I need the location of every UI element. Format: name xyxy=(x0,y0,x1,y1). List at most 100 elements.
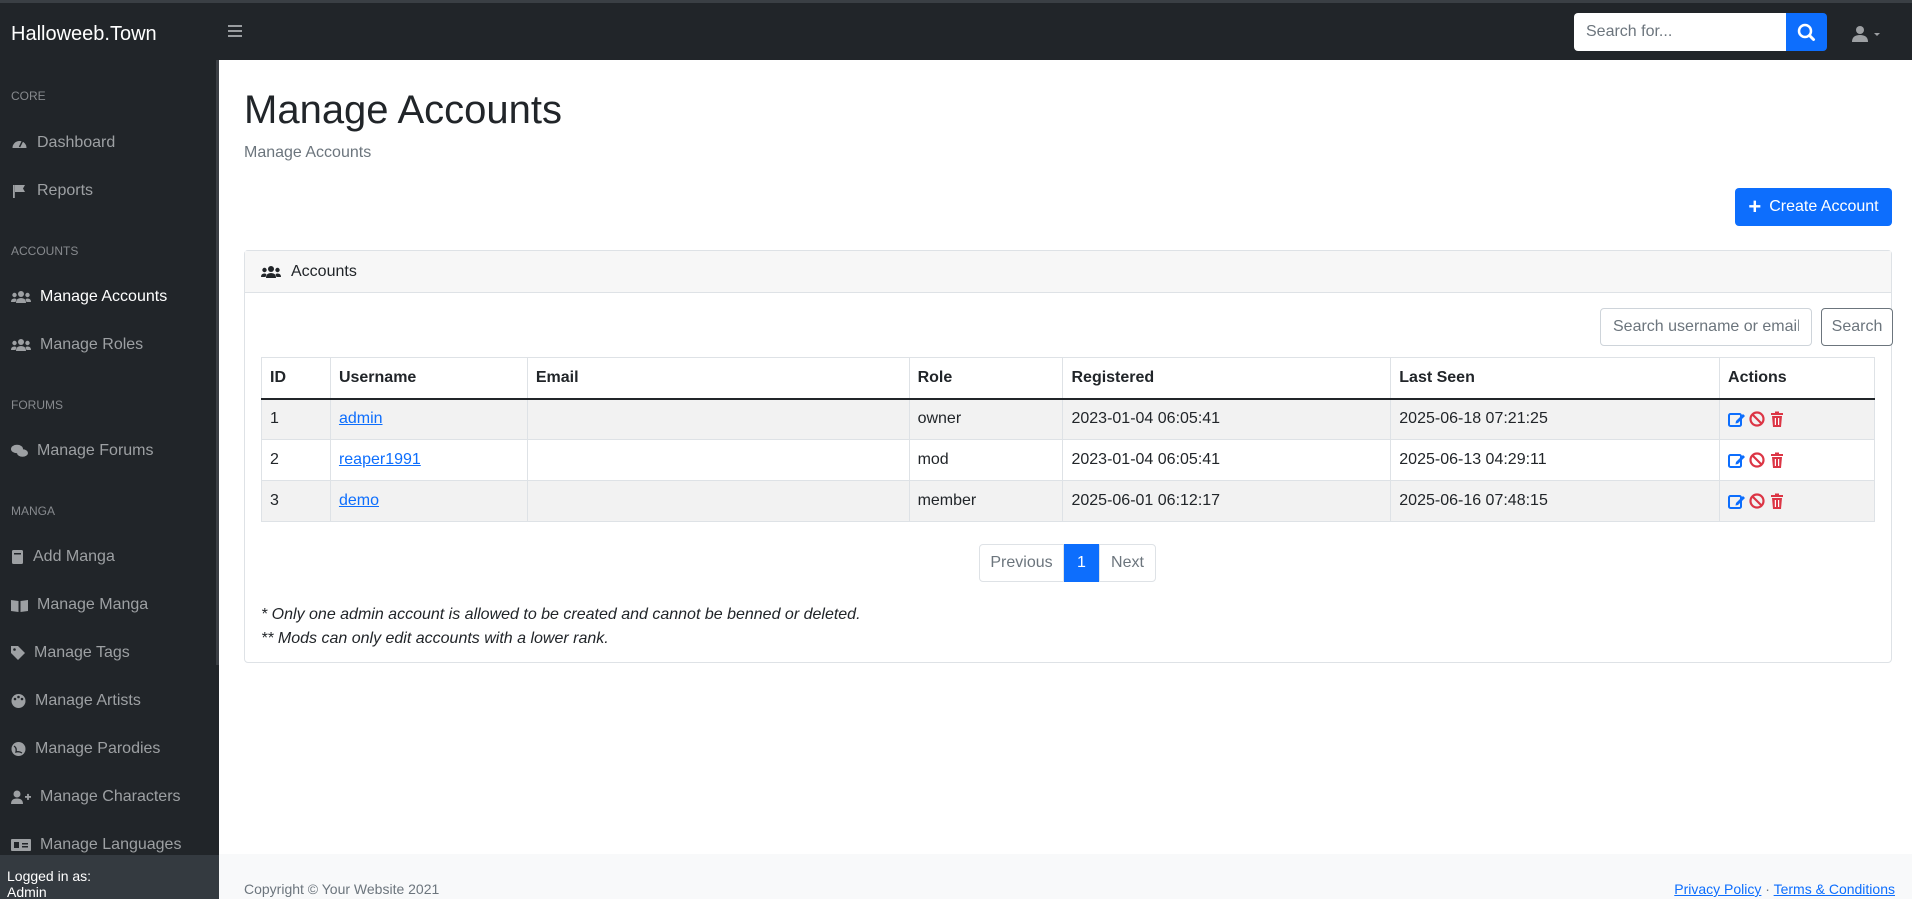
footer-links: Privacy Policy · Terms & Conditions xyxy=(1674,881,1895,897)
globe-icon xyxy=(11,742,26,756)
book-icon xyxy=(12,550,23,564)
trash-icon[interactable] xyxy=(1768,492,1786,510)
cell-username: reaper1991 xyxy=(329,439,528,481)
edit-icon[interactable] xyxy=(1728,451,1746,469)
cell-actions xyxy=(1719,398,1875,440)
accounts-card: Accounts Search ID Username Email Role R… xyxy=(244,250,1893,663)
cell-last-seen: 2025-06-13 04:29:11 xyxy=(1390,439,1721,481)
card-title: Accounts xyxy=(291,262,357,280)
column-header: Actions xyxy=(1719,357,1875,400)
footer-separator: · xyxy=(1765,881,1770,897)
sidebar-item-reports[interactable]: Reports xyxy=(0,176,214,206)
trash-icon[interactable] xyxy=(1768,410,1786,428)
users-icon xyxy=(11,291,31,303)
sidebar-heading-manga: Manga xyxy=(11,504,56,518)
cell-email xyxy=(526,480,910,522)
page-footer: Copyright © Your Website 2021 Privacy Po… xyxy=(219,854,1912,899)
pagination-previous[interactable]: Previous xyxy=(979,544,1064,582)
table-row: 2 reaper1991 mod 2023-01-04 06:05:41 202… xyxy=(261,439,1875,481)
cell-email xyxy=(526,439,910,481)
cell-id: 1 xyxy=(261,398,331,440)
username-link[interactable]: admin xyxy=(339,410,383,427)
user-icon xyxy=(1852,26,1880,42)
terms-link[interactable]: Terms & Conditions xyxy=(1774,881,1895,897)
sidebar-footer: Logged in as: Admin xyxy=(0,855,219,899)
sidebar-heading-core: Core xyxy=(11,89,46,103)
sidebar-item-manage-roles[interactable]: Manage Roles xyxy=(0,330,214,360)
breadcrumb: Manage Accounts xyxy=(244,144,372,161)
column-header[interactable]: Registered xyxy=(1062,357,1392,400)
table-row: 1 admin owner 2023-01-04 06:05:41 2025-0… xyxy=(261,398,1875,440)
sidebar-item-label: Manage Manga xyxy=(37,596,149,613)
sidebar-item-label: Manage Accounts xyxy=(40,288,168,305)
search-input[interactable] xyxy=(1574,13,1786,51)
search-icon xyxy=(1797,23,1815,41)
cell-role: owner xyxy=(908,398,1064,440)
sidebar-item-label: Manage Forums xyxy=(37,442,154,459)
sidebar-item-label: Add Manga xyxy=(33,548,115,565)
ban-icon[interactable] xyxy=(1748,410,1766,428)
username-link[interactable]: demo xyxy=(339,492,379,509)
username-link[interactable]: reaper1991 xyxy=(339,451,421,468)
sidebar-item-label: Manage Artists xyxy=(35,692,141,709)
user-menu-dropdown[interactable] xyxy=(1852,25,1886,45)
pagination: Previous 1 Next xyxy=(979,544,1156,582)
account-search-input[interactable] xyxy=(1600,308,1812,346)
pagination-next[interactable]: Next xyxy=(1099,544,1156,582)
table-row: 3 demo member 2025-06-01 06:12:17 2025-0… xyxy=(261,480,1875,522)
page-title: Manage Accounts xyxy=(244,88,562,132)
ban-icon[interactable] xyxy=(1748,451,1766,469)
pagination-page[interactable]: 1 xyxy=(1064,544,1099,582)
table-header-row: ID Username Email Role Registered Last S… xyxy=(261,357,1875,400)
cell-username: demo xyxy=(329,480,528,522)
create-account-label: Create Account xyxy=(1769,198,1879,215)
cell-role: member xyxy=(908,480,1064,522)
edit-icon[interactable] xyxy=(1728,410,1746,428)
trash-icon[interactable] xyxy=(1768,451,1786,469)
search-button[interactable] xyxy=(1786,13,1827,51)
sidebar-item-add-manga[interactable]: Add Manga xyxy=(0,542,214,572)
sidebar-item-label: Reports xyxy=(37,182,94,199)
sidebar-item-label: Manage Roles xyxy=(40,336,144,353)
cell-registered: 2023-01-04 06:05:41 xyxy=(1062,398,1392,440)
cell-last-seen: 2025-06-18 07:21:25 xyxy=(1390,398,1721,440)
note-mods: ** Mods can only edit accounts with a lo… xyxy=(261,630,609,647)
palette-icon xyxy=(11,694,26,708)
sidebar-item-manage-artists[interactable]: Manage Artists xyxy=(0,686,214,716)
column-header[interactable]: ID xyxy=(261,357,331,400)
main-content: Manage Accounts Manage Accounts + Create… xyxy=(219,60,1912,899)
account-search-button[interactable]: Search xyxy=(1821,308,1893,346)
create-account-button[interactable]: + Create Account xyxy=(1735,188,1892,226)
column-header[interactable]: Last Seen xyxy=(1390,357,1721,400)
note-admin: * Only one admin account is allowed to b… xyxy=(261,606,861,623)
sidebar-item-label: Manage Languages xyxy=(40,836,182,853)
column-header[interactable]: Email xyxy=(526,357,910,400)
sidebar-item-dashboard[interactable]: Dashboard xyxy=(0,128,214,158)
sidebar-item-manage-manga[interactable]: Manage Manga xyxy=(0,590,214,620)
gauge-icon xyxy=(12,140,27,148)
sidebar-item-manage-accounts[interactable]: Manage Accounts xyxy=(0,282,214,312)
edit-icon[interactable] xyxy=(1728,492,1746,510)
account-notes: * Only one admin account is allowed to b… xyxy=(261,603,861,651)
book-open-icon xyxy=(11,600,28,612)
sidebar-item-label: Dashboard xyxy=(37,134,116,151)
ban-icon[interactable] xyxy=(1748,492,1766,510)
cell-role: mod xyxy=(908,439,1064,481)
brand-name[interactable]: Halloweeb.Town xyxy=(11,23,157,46)
tag-icon xyxy=(11,646,25,660)
privacy-policy-link[interactable]: Privacy Policy xyxy=(1674,881,1761,897)
sidebar-item-manage-parodies[interactable]: Manage Parodies xyxy=(0,734,214,764)
column-header[interactable]: Role xyxy=(908,357,1064,400)
accounts-table: ID Username Email Role Registered Last S… xyxy=(261,357,1875,522)
cell-username: admin xyxy=(329,398,528,440)
sidebar-item-manage-forums[interactable]: Manage Forums xyxy=(0,436,214,466)
language-icon xyxy=(11,839,31,851)
cell-registered: 2023-01-04 06:05:41 xyxy=(1062,439,1392,481)
cell-id: 3 xyxy=(261,480,331,522)
user-plus-icon xyxy=(11,790,31,804)
sidebar-item-manage-characters[interactable]: Manage Characters xyxy=(0,782,214,812)
column-header[interactable]: Username xyxy=(329,357,528,400)
sidebar-toggle-icon[interactable] xyxy=(226,22,244,40)
sidebar-item-manage-tags[interactable]: Manage Tags xyxy=(0,638,214,668)
logged-in-label: Logged in as: xyxy=(7,868,92,884)
